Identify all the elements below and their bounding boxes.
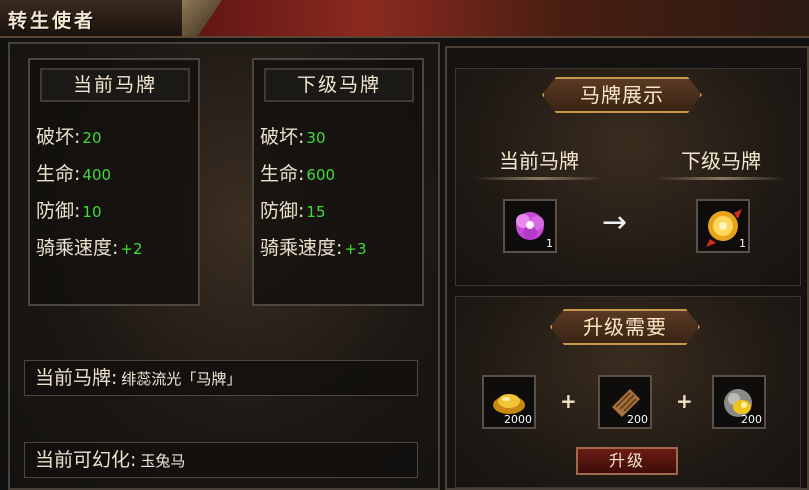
item-count: 1 [739, 237, 746, 250]
stat-value: 10 [82, 203, 102, 221]
upgrade-title-ribbon: 升级需要 [550, 309, 700, 345]
upgrade-section: 升级需要 2000 + 200 + 200 升级 [455, 296, 801, 488]
item-count: 1 [546, 237, 553, 250]
material-count: 2000 [504, 413, 532, 426]
stat-row: 防御: 15 [260, 196, 326, 223]
stat-value: +2 [120, 240, 143, 258]
stat-label: 破坏: [36, 126, 81, 148]
current-card-label: 当前马牌: [35, 367, 118, 389]
stat-row: 生命: 400 [36, 159, 111, 186]
stat-row: 骑乘速度: +3 [260, 233, 367, 260]
arrow-right-icon: → [602, 205, 628, 240]
stat-label: 破坏: [260, 126, 305, 148]
stat-value: 30 [306, 129, 326, 147]
stat-row: 骑乘速度: +2 [36, 233, 143, 260]
stat-row: 破坏: 20 [36, 122, 102, 149]
right-panel: 马牌展示 当前马牌 下级马牌 1 → 1 升级需要 2000 + 200 + 2… [445, 46, 809, 490]
material-slot-scroll[interactable]: 200 [598, 375, 652, 429]
current-card-slot[interactable]: 1 [503, 199, 557, 253]
next-stats-box: 下级马牌 破坏: 30 生命: 600 防御: 15 骑乘速度: +3 [252, 58, 424, 306]
title-bar: 转生使者 [0, 0, 809, 38]
stat-label: 生命: [260, 163, 305, 185]
stat-label: 骑乘速度: [36, 237, 119, 259]
plus-sign: + [560, 389, 577, 413]
left-panel: 当前马牌 破坏: 20 生命: 400 防御: 10 骑乘速度: +2 下级马牌 破坏:… [8, 42, 440, 490]
current-transform-value: 玉兔马 [140, 452, 186, 470]
stat-value: 600 [306, 166, 336, 184]
next-stats-header: 下级马牌 [264, 68, 414, 102]
window-title: 转生使者 [8, 10, 97, 32]
stat-value: 400 [82, 166, 112, 184]
display-title-ribbon: 马牌展示 [542, 77, 702, 113]
display-current-label: 当前马牌 [474, 145, 604, 180]
stat-label: 生命: [36, 163, 81, 185]
stat-label: 骑乘速度: [260, 237, 343, 259]
stat-label: 防御: [260, 200, 305, 222]
current-transform-label: 当前可幻化: [35, 449, 137, 471]
display-section: 马牌展示 当前马牌 下级马牌 1 → 1 [455, 68, 801, 286]
next-card-slot[interactable]: 1 [696, 199, 750, 253]
material-count: 200 [627, 413, 648, 426]
stat-value: 20 [82, 129, 102, 147]
stat-row: 生命: 600 [260, 159, 335, 186]
current-stats-box: 当前马牌 破坏: 20 生命: 400 防御: 10 骑乘速度: +2 [28, 58, 200, 306]
title-decoration [182, 0, 809, 36]
plus-sign: + [676, 389, 693, 413]
current-stats-header: 当前马牌 [40, 68, 190, 102]
material-count: 200 [741, 413, 762, 426]
stat-value: 15 [306, 203, 326, 221]
stat-value: +3 [344, 240, 367, 258]
upgrade-button[interactable]: 升级 [576, 447, 678, 475]
current-card-info: 当前马牌: 绯蕊流光「马牌」 [24, 360, 418, 396]
current-transform-info: 当前可幻化: 玉兔马 [24, 442, 418, 478]
stat-row: 破坏: 30 [260, 122, 326, 149]
stat-label: 防御: [36, 200, 81, 222]
display-next-label: 下级马牌 [656, 145, 786, 180]
stat-row: 防御: 10 [36, 196, 102, 223]
material-slot-gold-ore[interactable]: 200 [712, 375, 766, 429]
material-slot-gold-ingot[interactable]: 2000 [482, 375, 536, 429]
current-card-value: 绯蕊流光「马牌」 [121, 370, 242, 388]
